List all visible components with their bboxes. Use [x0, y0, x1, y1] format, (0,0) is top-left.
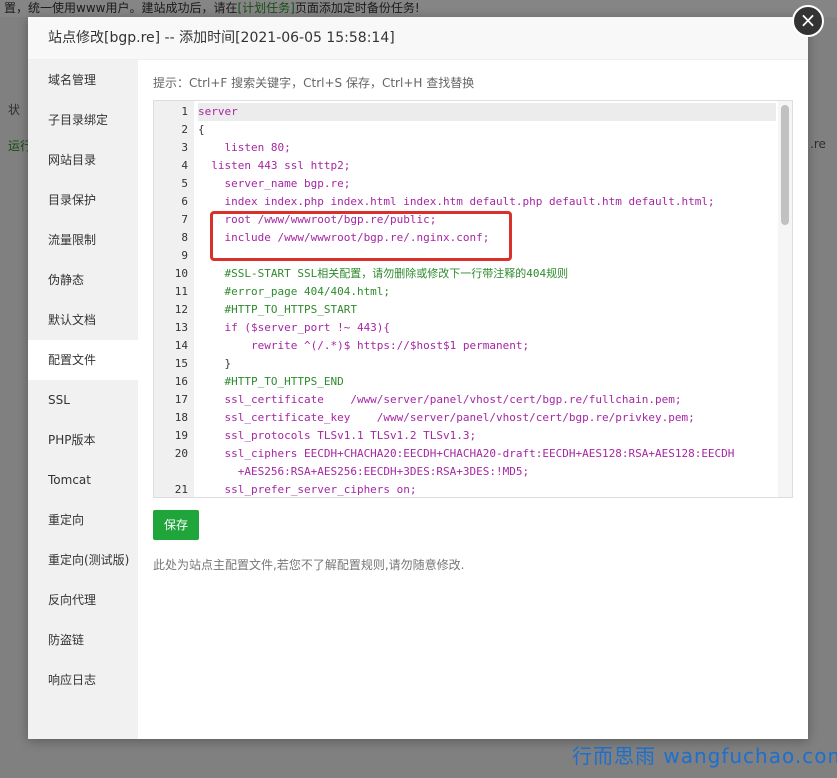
- line-number: 3: [181, 141, 188, 154]
- config-code-editor[interactable]: 1 server 2{3 listen 80; 4 listen 443 ssl ht…: [153, 100, 793, 498]
- site-edit-modal: 站点修改[bgp.re] -- 添加时间[2021-06-05 15:58:14…: [28, 17, 808, 739]
- modal-title: 站点修改[bgp.re] -- 添加时间[2021-06-05 15:58:14…: [28, 17, 808, 60]
- editor-shortcut-tip: 提示：Ctrl+F 搜索关键字，Ctrl+S 保存，Ctrl+H 查找替换: [153, 76, 475, 90]
- code-text: server: [198, 103, 776, 121]
- line-number: 5: [181, 177, 188, 190]
- code-text: #HTTP_TO_HTTPS_START: [198, 303, 357, 316]
- line-number: 2: [181, 123, 188, 136]
- code-text: #HTTP_TO_HTTPS_END: [198, 375, 344, 388]
- line-number: 13: [174, 321, 188, 334]
- code-line: 13 if ($server_port !~ 443){: [154, 319, 776, 337]
- sidebar-item[interactable]: Tomcat: [28, 460, 138, 500]
- code-text: ssl_certificate /www/server/panel/vhost/…: [198, 393, 682, 406]
- code-line: 15 }: [154, 355, 776, 373]
- line-number: 10: [174, 267, 188, 280]
- save-button[interactable]: 保存: [153, 510, 199, 540]
- line-number: 6: [181, 195, 188, 208]
- editor-scrollbar[interactable]: [778, 101, 792, 497]
- line-number: 9: [181, 249, 188, 262]
- code-line: 12 #HTTP_TO_HTTPS_START: [154, 301, 776, 319]
- code-text: server_name bgp.re;: [198, 177, 351, 190]
- line-number: 12: [174, 303, 188, 316]
- sidebar-item[interactable]: 流量限制: [28, 220, 138, 260]
- code-line: 16 #HTTP_TO_HTTPS_END: [154, 373, 776, 391]
- line-number: 1: [181, 105, 188, 118]
- code-line: 1 server: [154, 103, 776, 121]
- config-warning-note: 此处为站点主配置文件,若您不了解配置规则,请勿随意修改.: [153, 558, 465, 572]
- watermark-text: 行而思雨 wangfuchao.com: [572, 744, 837, 768]
- sidebar-item[interactable]: 网站目录: [28, 140, 138, 180]
- line-number: 21: [174, 483, 188, 496]
- line-number: 14: [174, 339, 188, 352]
- line-number: 11: [174, 285, 188, 298]
- code-line: 18 ssl_certificate_key /www/server/panel…: [154, 409, 776, 427]
- code-text: ssl_prefer_server_ciphers on;: [198, 483, 417, 496]
- sidebar-item[interactable]: 配置文件: [28, 340, 138, 380]
- code-line: 17 ssl_certificate /www/server/panel/vho…: [154, 391, 776, 409]
- code-line: 6 index index.php index.html index.htm d…: [154, 193, 776, 211]
- code-text: ssl_protocols TLSv1.1 TLSv1.2 TLSv1.3;: [198, 429, 477, 442]
- line-number: 17: [174, 393, 188, 406]
- code-text: #error_page 404/404.html;: [198, 285, 391, 298]
- code-text: listen 443 ssl http2;: [198, 159, 351, 172]
- code-text: }: [198, 357, 232, 370]
- line-number: 4: [181, 159, 188, 172]
- line-number: 15: [174, 357, 188, 370]
- code-line: 14 rewrite ^(/.*)$ https://$host$1 perma…: [154, 337, 776, 355]
- code-text: index index.php index.html index.htm def…: [198, 195, 715, 208]
- line-number: 16: [174, 375, 188, 388]
- sidebar-item[interactable]: 子目录绑定: [28, 100, 138, 140]
- code-line: 10 #SSL-START SSL相关配置，请勿删除或修改下一行带注释的404规…: [154, 265, 776, 283]
- line-number: 20: [174, 447, 188, 460]
- sidebar-item[interactable]: 伪静态: [28, 260, 138, 300]
- code-text: listen 80;: [198, 141, 291, 154]
- sidebar-item[interactable]: 目录保护: [28, 180, 138, 220]
- sidebar-item[interactable]: 默认文档: [28, 300, 138, 340]
- close-icon[interactable]: ×: [792, 5, 824, 37]
- code-line: 4 listen 443 ssl http2;: [154, 157, 776, 175]
- code-line: 3 listen 80;: [154, 139, 776, 157]
- code-line: 20 ssl_ciphers EECDH+CHACHA20:EECDH+CHAC…: [154, 445, 776, 481]
- sidebar-item[interactable]: 域名管理: [28, 60, 138, 100]
- code-text: ssl_ciphers EECDH+CHACHA20:EECDH+CHACHA2…: [224, 447, 735, 478]
- code-line: 21 ssl_prefer_server_ciphers on;: [154, 481, 776, 497]
- code-text: {: [198, 123, 205, 136]
- code-text: #SSL-START SSL相关配置，请勿删除或修改下一行带注释的404规则: [198, 267, 569, 280]
- code-lines: 1 server 2{3 listen 80; 4 listen 443 ssl ht…: [154, 103, 776, 497]
- code-line: 5 server_name bgp.re;: [154, 175, 776, 193]
- highlight-annotation-box: [210, 211, 512, 261]
- modal-sidebar: 域名管理 子目录绑定 网站目录 目录保护 流量限制 伪静态 默认文档 配置文件 SSL PHP版本…: [28, 60, 138, 739]
- line-number: 19: [174, 429, 188, 442]
- code-text: ssl_certificate_key /www/server/panel/vh…: [198, 411, 695, 424]
- code-line: 11 #error_page 404/404.html;: [154, 283, 776, 301]
- sidebar-item[interactable]: 反向代理: [28, 580, 138, 620]
- sidebar-item[interactable]: SSL: [28, 380, 138, 420]
- sidebar-item[interactable]: 响应日志: [28, 660, 138, 700]
- code-line: 19 ssl_protocols TLSv1.1 TLSv1.2 TLSv1.3…: [154, 427, 776, 445]
- sidebar-item[interactable]: 重定向(测试版): [28, 540, 138, 580]
- line-number: 18: [174, 411, 188, 424]
- editor-scroll-thumb[interactable]: [781, 105, 789, 225]
- config-file-panel: 提示：Ctrl+F 搜索关键字，Ctrl+S 保存，Ctrl+H 查找替换 1s…: [153, 60, 793, 573]
- line-number: 8: [181, 231, 188, 244]
- line-number: 7: [181, 213, 188, 226]
- code-text: rewrite ^(/.*)$ https://$host$1 permanen…: [198, 339, 530, 352]
- code-line: 2{: [154, 121, 776, 139]
- sidebar-item[interactable]: PHP版本: [28, 420, 138, 460]
- code-text: if ($server_port !~ 443){: [198, 321, 391, 334]
- sidebar-item[interactable]: 重定向: [28, 500, 138, 540]
- sidebar-item[interactable]: 防盗链: [28, 620, 138, 660]
